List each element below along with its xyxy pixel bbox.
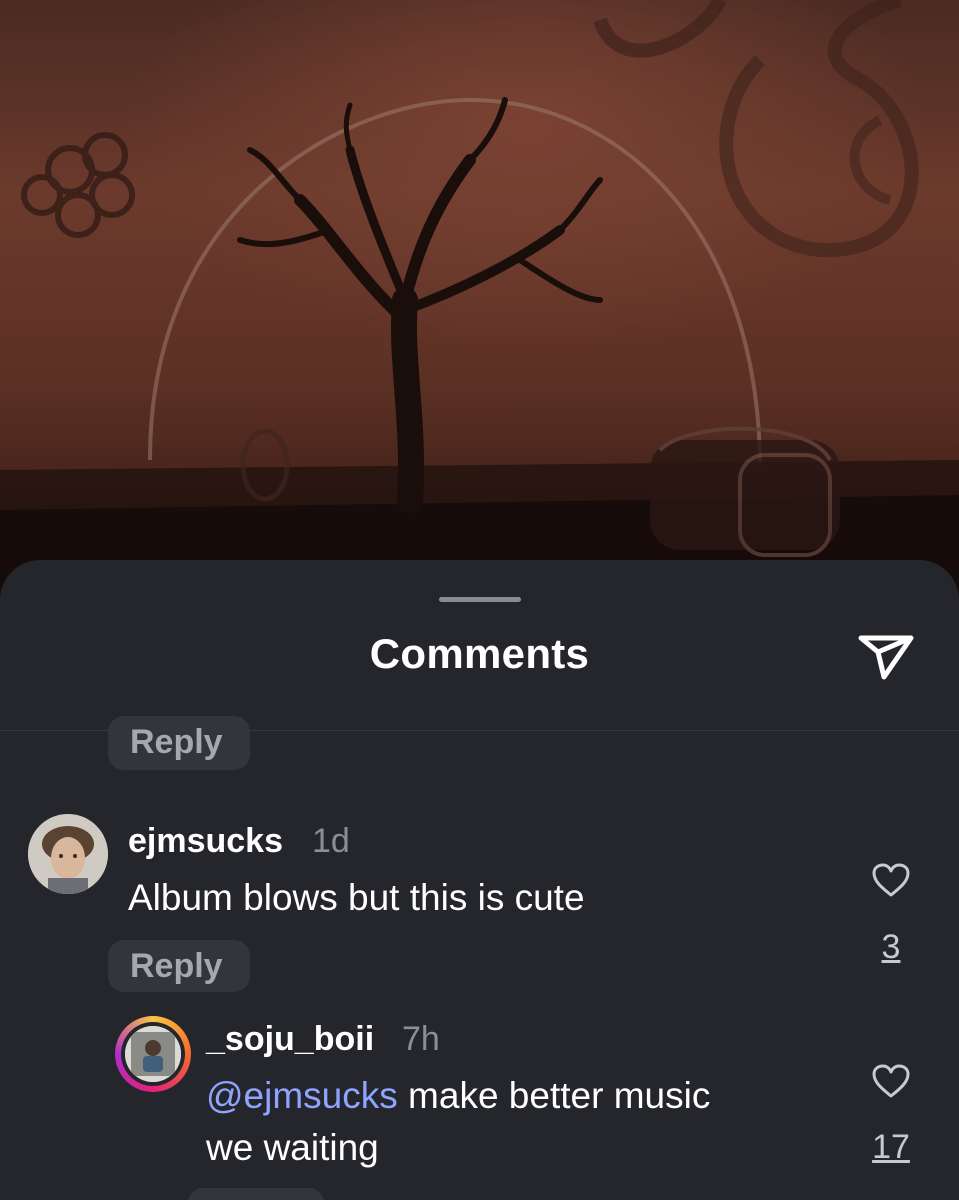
- avatar[interactable]: [28, 814, 108, 894]
- video-artwork: [0, 0, 959, 640]
- profile-photo-image: [125, 1026, 181, 1082]
- reply-button-next[interactable]: [188, 1188, 324, 1200]
- comment-time: 1d: [312, 822, 350, 860]
- paper-plane-icon[interactable]: [856, 630, 916, 682]
- profile-photo: [28, 814, 108, 894]
- mention-link[interactable]: @ejmsucks: [206, 1075, 398, 1116]
- sheet-title: Comments: [369, 630, 590, 677]
- avatar-story-ring[interactable]: [115, 1016, 191, 1092]
- comment-text: Album blows but this is cute: [128, 877, 585, 918]
- reply-button-previous[interactable]: Reply: [108, 716, 250, 770]
- heart-icon[interactable]: [871, 862, 911, 898]
- heart-icon[interactable]: [871, 1063, 911, 1099]
- reply-username[interactable]: _soju_boii: [206, 1020, 374, 1059]
- like-count[interactable]: 17: [856, 1128, 926, 1167]
- drag-handle[interactable]: [439, 597, 521, 602]
- reply-button[interactable]: Reply: [108, 940, 250, 992]
- reply-time: 7h: [402, 1020, 440, 1058]
- comment-username[interactable]: ejmsucks: [128, 822, 283, 861]
- video-background: [0, 0, 959, 640]
- reply-text-line-2: we waiting: [206, 1127, 379, 1168]
- profile-photo: [125, 1026, 181, 1082]
- reply-text-line-1: @ejmsucks make better music: [206, 1074, 710, 1118]
- like-count[interactable]: 3: [861, 928, 921, 967]
- reply-text-rest: make better music: [397, 1075, 711, 1116]
- comments-sheet: Comments Reply ejmsucks 1d Album blows b…: [0, 560, 959, 1200]
